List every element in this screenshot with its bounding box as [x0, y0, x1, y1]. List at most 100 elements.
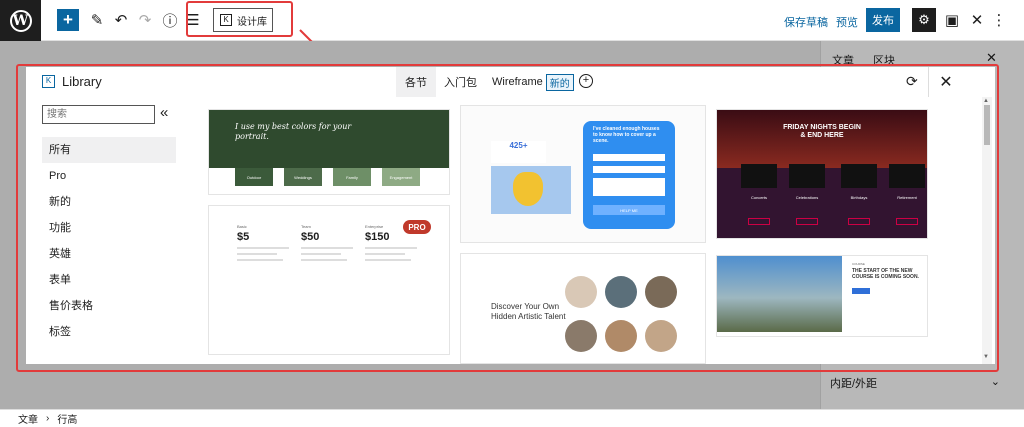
search-input[interactable]	[42, 105, 155, 124]
event-label: Concerts	[750, 195, 767, 200]
art-image	[605, 276, 637, 308]
pricing-column: Enterprise $150	[365, 224, 423, 354]
scroll-down-icon[interactable]: ▼	[983, 354, 989, 360]
pattern-grid: I use my best colors for your portrait. …	[192, 97, 995, 364]
plan-price: $5	[237, 231, 250, 243]
portrait-box: Outdoor	[235, 168, 273, 186]
form-field	[593, 178, 665, 196]
course-date: COURSE	[852, 262, 865, 266]
breadcrumb-separator: ›	[46, 413, 50, 424]
category-all[interactable]: 所有	[42, 137, 176, 163]
add-circle-icon[interactable]: +	[579, 74, 593, 88]
settings-gear-icon[interactable]: ⚙	[912, 8, 936, 32]
form-stat: 425+	[491, 141, 546, 163]
event-image	[841, 164, 877, 188]
breadcrumb-post[interactable]: 文章	[18, 411, 38, 426]
library-title-text: Library	[62, 74, 102, 89]
modal-close-icon[interactable]: ✕	[928, 67, 963, 97]
pattern-card-artistic[interactable]: Discover Your Own Hidden Artistic Talent	[460, 253, 706, 364]
tab-wireframe-label: Wireframe	[492, 76, 543, 88]
scrollbar-thumb[interactable]	[984, 105, 990, 145]
category-forms[interactable]: 表单	[42, 267, 176, 293]
event-button	[796, 218, 818, 225]
breadcrumb-block[interactable]: 行高	[57, 411, 77, 426]
portrait-box: Engagement	[382, 168, 420, 186]
event-button	[848, 218, 870, 225]
course-info: COURSE THE START OF THE NEW COURSE IS CO…	[852, 262, 927, 294]
save-draft-link[interactable]: 保存草稿	[784, 14, 828, 30]
tab-starter-packs-label: 入门包	[444, 77, 477, 89]
collapse-sidebar-icon[interactable]: «	[160, 104, 168, 121]
events-title: FRIDAY NIGHTS BEGIN & END HERE	[783, 124, 861, 139]
pattern-card-pricing[interactable]: Basic $5 Team $50 Enterprise $150 PRO	[208, 205, 450, 355]
pro-badge: PRO	[403, 220, 431, 234]
pattern-card-events[interactable]: FRIDAY NIGHTS BEGIN & END HERE Concerts …	[716, 109, 928, 239]
plan-price: $50	[301, 231, 320, 243]
category-new[interactable]: 新的	[42, 189, 176, 215]
pricing-column: Team $50	[301, 224, 359, 354]
event-image	[741, 164, 777, 188]
artistic-title: Discover Your Own Hidden Artistic Talent	[491, 302, 566, 321]
tab-starter-packs[interactable]: 入门包	[444, 67, 477, 97]
preview-link[interactable]: 预览	[836, 14, 858, 30]
plan-name: Team	[301, 224, 311, 229]
library-modal: K Library 各节 入门包 Wireframe 新的 + ⟳ ✕ « 所有…	[26, 67, 995, 364]
art-image	[565, 320, 597, 352]
pen-icon[interactable]: ✎	[86, 9, 108, 31]
art-image	[645, 276, 677, 308]
form-field	[593, 166, 665, 173]
event-image	[889, 164, 925, 188]
art-image	[645, 320, 677, 352]
tab-wireframe[interactable]: Wireframe 新的	[492, 67, 574, 97]
library-button-label: 设计库	[237, 16, 267, 28]
event-button	[896, 218, 918, 225]
event-label: Celebrations	[795, 195, 819, 200]
category-pricing[interactable]: 售价表格	[42, 293, 176, 319]
course-button	[852, 288, 870, 294]
category-pro[interactable]: Pro	[42, 163, 176, 189]
pattern-card-form[interactable]: 425+ I've cleaned enough houses to know …	[460, 105, 706, 243]
library-logo-icon: K	[42, 75, 55, 88]
tab-sections[interactable]: 各节	[396, 67, 436, 97]
portrait-box: Family	[333, 168, 371, 186]
form-field	[593, 154, 665, 161]
publish-button[interactable]: 发布	[866, 8, 900, 32]
sync-icon[interactable]: ⟳	[906, 73, 918, 90]
event-image	[789, 164, 825, 188]
edit-icon[interactable]: ▣	[941, 9, 963, 31]
event-button	[748, 218, 770, 225]
portrait-box: Weddings	[284, 168, 322, 186]
top-toolbar: W + ✎ ↶ ↷ ⓘ ☰ K 设计库 保存草稿 预览 发布 ⚙ ▣ ✕ ⋮	[0, 0, 1024, 41]
more-options-icon[interactable]: ⋮	[988, 9, 1010, 31]
library-sidebar: « 所有 Pro 新的 功能 英雄 表单 售价表格 标签	[26, 97, 192, 364]
info-icon[interactable]: ⓘ	[159, 9, 181, 31]
undo-icon[interactable]: ↶	[110, 9, 132, 31]
category-tags[interactable]: 标签	[42, 319, 176, 345]
portrait-title: I use my best colors for your portrait.	[235, 122, 352, 141]
art-image	[605, 320, 637, 352]
category-features[interactable]: 功能	[42, 215, 176, 241]
redo-icon[interactable]: ↷	[134, 9, 156, 31]
scroll-up-icon[interactable]: ▲	[983, 98, 989, 104]
tab-sections-label: 各节	[405, 77, 427, 89]
breadcrumb: 文章 › 行高	[0, 409, 1024, 427]
library-header: K Library 各节 入门包 Wireframe 新的 + ⟳ ✕	[26, 67, 995, 97]
event-label: Birthdays	[850, 195, 868, 200]
wordpress-logo-icon[interactable]: W	[0, 0, 41, 41]
form-question: I've cleaned enough houses to know how t…	[593, 126, 660, 144]
list-view-icon[interactable]: ☰	[182, 9, 204, 31]
close-icon[interactable]: ✕	[966, 9, 988, 31]
add-block-button[interactable]: +	[57, 9, 79, 31]
category-list: 所有 Pro 新的 功能 英雄 表单 售价表格 标签	[42, 137, 176, 345]
pattern-card-course[interactable]: COURSE THE START OF THE NEW COURSE IS CO…	[716, 255, 928, 337]
pattern-card-portrait[interactable]: I use my best colors for your portrait. …	[208, 109, 450, 195]
course-hero-image	[717, 256, 842, 332]
art-image	[565, 276, 597, 308]
glove-image	[513, 172, 543, 206]
category-hero[interactable]: 英雄	[42, 241, 176, 267]
library-title: K Library	[42, 74, 102, 89]
library-button[interactable]: K 设计库	[213, 8, 273, 32]
event-label: Retirement	[897, 195, 917, 200]
new-badge: 新的	[545, 73, 574, 91]
pricing-column: Basic $5	[237, 224, 295, 354]
